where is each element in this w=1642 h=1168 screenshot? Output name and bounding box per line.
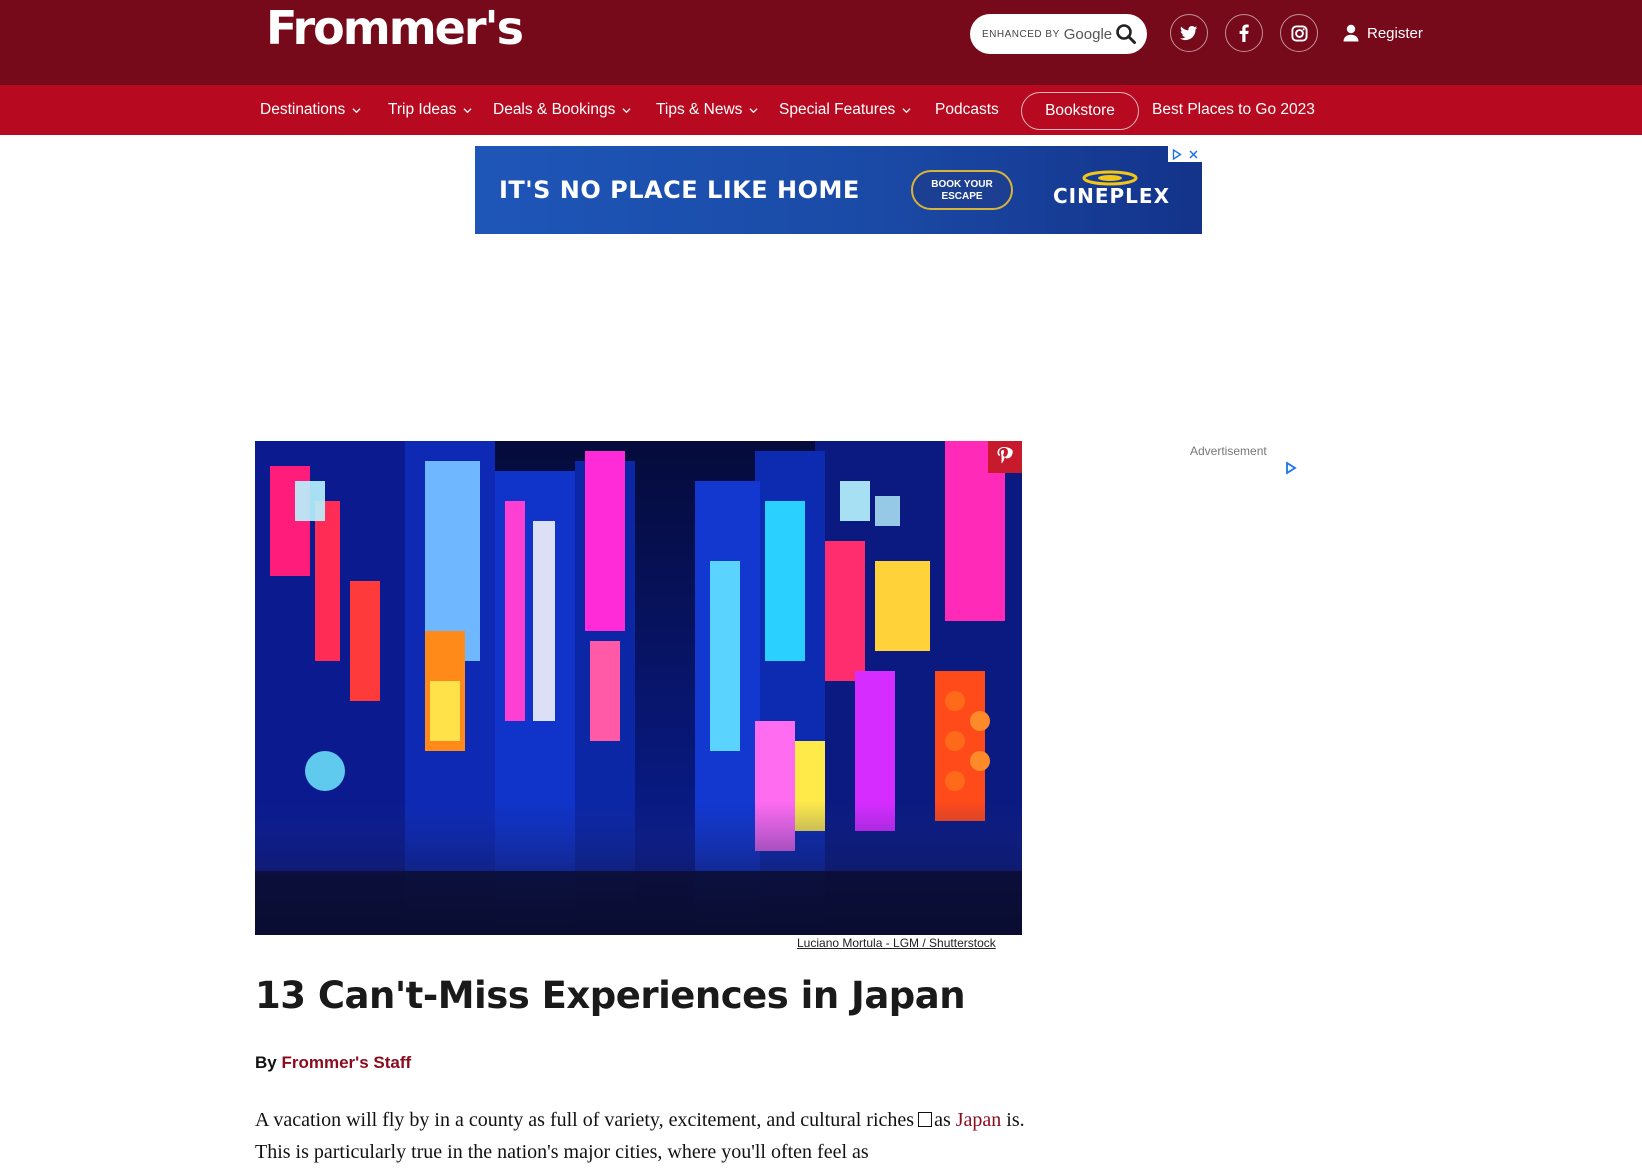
pinterest-button[interactable]	[988, 441, 1022, 473]
register-label: Register	[1367, 24, 1423, 42]
nav-special-features[interactable]: Special Features	[779, 85, 911, 135]
instagram-icon	[1290, 24, 1308, 42]
nav-label: Best Places to Go 2023	[1152, 101, 1315, 118]
nav-label: Special Features	[779, 101, 896, 118]
byline: By Frommer's Staff	[255, 1053, 411, 1073]
intro-text-1: A vacation will fly by in a county as fu…	[255, 1109, 915, 1131]
ad-banner[interactable]: IT'S NO PLACE LIKE HOME BOOK YOUR ESCAPE…	[475, 146, 1202, 234]
japan-link[interactable]: Japan	[956, 1109, 1002, 1131]
close-icon[interactable]	[1189, 149, 1198, 159]
hero-image	[255, 441, 1022, 935]
author-link[interactable]: Frommer's Staff	[281, 1053, 411, 1072]
image-credit[interactable]: Luciano Mortula - LGM / Shutterstock	[797, 936, 996, 950]
header-top-bar: Frommer's ENHANCED BY Google Register	[0, 0, 1642, 85]
facebook-icon	[1239, 24, 1249, 42]
missing-glyph-box	[918, 1112, 933, 1127]
pinterest-icon	[997, 447, 1013, 464]
ad-cta-button[interactable]: BOOK YOUR ESCAPE	[911, 170, 1013, 210]
nav-label: Podcasts	[935, 101, 999, 118]
ad-choices[interactable]	[1168, 146, 1202, 162]
twitter-icon	[1180, 25, 1198, 40]
search-box[interactable]: ENHANCED BY Google	[970, 14, 1147, 54]
nav-best-places-2023[interactable]: Best Places to Go 2023	[1152, 85, 1315, 135]
chevron-down-icon	[463, 107, 472, 113]
article-intro: A vacation will fly by in a county as fu…	[255, 1104, 1025, 1168]
adchoices-icon[interactable]	[1284, 461, 1298, 475]
intro-text-2: as	[934, 1109, 951, 1131]
ad-brand: CINEPLEX	[1053, 184, 1171, 208]
main-nav: Destinations Trip Ideas Deals & Bookings…	[0, 85, 1642, 135]
chevron-down-icon	[352, 107, 361, 113]
nav-podcasts[interactable]: Podcasts	[935, 85, 999, 135]
nav-trip-ideas[interactable]: Trip Ideas	[388, 85, 472, 135]
nav-label: Deals & Bookings	[493, 101, 616, 118]
nav-label: Trip Ideas	[388, 101, 457, 118]
twitter-button[interactable]	[1170, 14, 1208, 52]
nav-label: Destinations	[260, 101, 346, 118]
byline-prefix: By	[255, 1053, 277, 1072]
nav-bookstore[interactable]: Bookstore	[1021, 92, 1139, 130]
nav-label: Bookstore	[1045, 102, 1115, 119]
article-title: 13 Can't-Miss Experiences in Japan	[255, 974, 966, 1017]
nav-tips-news[interactable]: Tips & News	[656, 85, 758, 135]
chevron-down-icon	[902, 107, 911, 113]
user-icon	[1343, 24, 1359, 42]
instagram-button[interactable]	[1280, 14, 1318, 52]
ad-headline: IT'S NO PLACE LIKE HOME	[499, 176, 860, 204]
adchoices-icon	[1172, 148, 1182, 160]
sidebar-ad-label: Advertisement	[1190, 444, 1267, 458]
tokyo-neon-street-image	[255, 441, 1022, 935]
chevron-down-icon	[749, 107, 758, 113]
search-enhanced-label: ENHANCED BY	[982, 28, 1060, 40]
search-icon[interactable]	[1115, 23, 1137, 45]
register-link[interactable]: Register	[1343, 22, 1423, 44]
frommers-logo[interactable]: Frommer's	[266, 1, 524, 55]
nav-label: Tips & News	[656, 101, 743, 118]
search-provider-label: Google	[1063, 25, 1113, 43]
nav-destinations[interactable]: Destinations	[260, 85, 361, 135]
chevron-down-icon	[622, 107, 631, 113]
facebook-button[interactable]	[1225, 14, 1263, 52]
nav-deals-bookings[interactable]: Deals & Bookings	[493, 85, 631, 135]
